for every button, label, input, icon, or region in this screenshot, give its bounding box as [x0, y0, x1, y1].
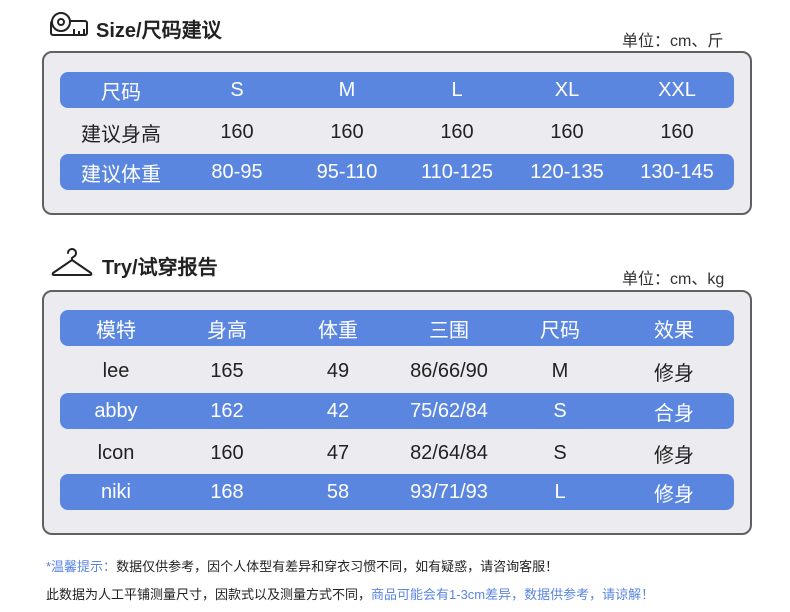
- table-cell: 160: [550, 120, 584, 143]
- table-cell: 修身: [654, 444, 694, 467]
- table-cell: lcon: [97, 441, 135, 464]
- hanger-icon: [50, 246, 94, 284]
- header-cell: 体重: [318, 319, 358, 342]
- note-text: 数据仅供参考，因个人体型有差异和穿衣习惯不同，如有疑惑，请咨询客服！: [116, 559, 559, 574]
- table-cell: 47: [326, 441, 350, 464]
- try-section-title: Try/试穿报告: [50, 246, 218, 284]
- header-cell: XL: [554, 78, 580, 101]
- table-cell: S: [553, 441, 567, 464]
- table-cell: 95-110: [316, 160, 378, 183]
- header-cell: 效果: [654, 319, 694, 342]
- table-cell: 160: [440, 120, 474, 143]
- try-table-header: 模特 身高 体重 三围 尺码 效果: [60, 310, 734, 346]
- header-cell: S: [230, 78, 244, 101]
- table-cell: 80-95: [211, 160, 263, 183]
- note-line-2: 此数据为人工平铺测量尺寸，因款式以及测量方式不同，商品可能会有1-3cm差异，数…: [46, 584, 654, 603]
- header-cell: M: [338, 78, 356, 101]
- table-cell: 162: [210, 399, 244, 422]
- size-section-title: Size/尺码建议: [50, 12, 222, 44]
- table-cell: 160: [330, 120, 364, 143]
- table-cell: S: [553, 399, 567, 422]
- try-table: 模特 身高 体重 三围 尺码 效果 lee 165 49 86/66/90 M …: [42, 290, 752, 535]
- table-cell: 建议体重: [81, 163, 161, 186]
- table-cell: 42: [326, 399, 350, 422]
- note-text: 此数据为人工平铺测量尺寸，因款式以及测量方式不同，: [46, 587, 372, 602]
- table-cell: niki: [100, 480, 131, 503]
- note-line-1: *温馨提示：数据仅供参考，因个人体型有差异和穿衣习惯不同，如有疑惑，请咨询客服！: [46, 556, 558, 575]
- size-table: 尺码 S M L XL XXL 建议身高 160 160 160 160 160…: [42, 51, 752, 215]
- header-cell: 身高: [207, 319, 247, 342]
- table-cell: 49: [326, 359, 350, 382]
- table-cell: 58: [326, 480, 350, 503]
- table-cell: 75/62/84: [410, 399, 488, 422]
- size-unit-label: 单位：cm、斤: [622, 33, 724, 50]
- header-cell: 模特: [96, 319, 136, 342]
- header-cell: 尺码: [101, 81, 141, 104]
- size-table-header: 尺码 S M L XL XXL: [60, 72, 734, 108]
- table-cell: 165: [210, 359, 244, 382]
- table-cell: 110-125: [421, 160, 493, 183]
- table-row: 建议体重 80-95 95-110 110-125 120-135 130-14…: [60, 154, 734, 190]
- table-cell: 修身: [654, 362, 694, 385]
- note-prefix: *温馨提示：: [46, 559, 117, 574]
- table-row: lee 165 49 86/66/90 M 修身: [60, 353, 734, 389]
- table-cell: M: [551, 359, 569, 382]
- table-cell: 82/64/84: [410, 441, 488, 464]
- table-row: abby 162 42 75/62/84 S 合身: [60, 393, 734, 429]
- tape-measure-icon: [50, 12, 88, 44]
- note-highlight: 商品可能会有1-3cm差异，数据供参考，请谅解！: [371, 587, 655, 602]
- try-title-text: Try/试穿报告: [102, 256, 218, 279]
- header-cell: XXL: [658, 78, 696, 101]
- table-cell: L: [554, 480, 566, 503]
- table-cell: 120-135: [530, 160, 604, 183]
- table-cell: 86/66/90: [410, 359, 488, 382]
- try-unit-label: 单位：cm、kg: [622, 271, 725, 288]
- header-cell: L: [451, 78, 463, 101]
- table-cell: 160: [220, 120, 254, 143]
- table-cell: 160: [660, 120, 694, 143]
- table-row: lcon 160 47 82/64/84 S 修身: [60, 435, 734, 471]
- table-cell: 168: [210, 480, 244, 503]
- size-title-text: Size/尺码建议: [96, 19, 222, 42]
- table-row: niki 168 58 93/71/93 L 修身: [60, 474, 734, 510]
- table-cell: 建议身高: [81, 123, 161, 146]
- table-row: 建议身高 160 160 160 160 160: [60, 114, 734, 150]
- table-cell: 130-145: [640, 160, 714, 183]
- table-cell: abby: [94, 399, 138, 422]
- table-cell: 160: [210, 441, 244, 464]
- table-cell: 93/71/93: [410, 480, 488, 503]
- table-cell: 合身: [654, 402, 694, 425]
- table-cell: 修身: [654, 483, 694, 506]
- header-cell: 三围: [429, 319, 469, 342]
- table-cell: lee: [102, 359, 130, 382]
- header-cell: 尺码: [540, 319, 580, 342]
